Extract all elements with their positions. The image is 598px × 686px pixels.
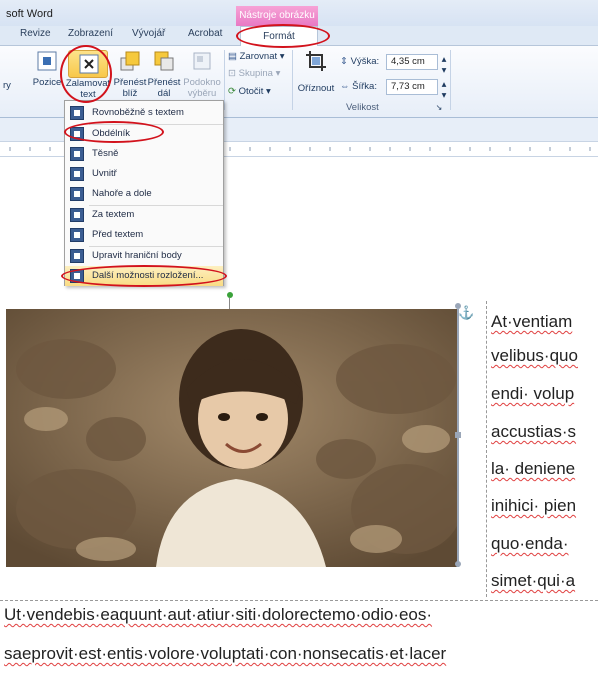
align-button[interactable]: ▤ Zarovnat ▾ <box>228 51 290 62</box>
menu-item-in-front-of-text[interactable]: Před textem <box>65 225 223 245</box>
side-text-line: accustias·s <box>491 422 577 441</box>
side-text-line: quo·enda· <box>491 534 569 553</box>
menu-item-through[interactable]: Uvnitř <box>65 164 223 184</box>
sepia-photo <box>6 309 458 567</box>
align-label: Zarovnat <box>239 51 278 62</box>
ribbon-separator <box>224 50 225 110</box>
tab-revize[interactable]: Revize <box>20 28 51 39</box>
rotate-button[interactable]: ⟳ Otočit ▾ <box>228 86 290 97</box>
size-group-label: Velikost <box>346 102 379 113</box>
bring-forward-label-1: Přenést <box>113 77 147 88</box>
resize-handle[interactable] <box>455 432 461 438</box>
ribbon-separator <box>450 50 451 110</box>
body-text-line: saeprovit·est·entis·volore·voluptati·con… <box>4 644 447 663</box>
position-button[interactable]: Pozice <box>31 50 63 88</box>
menu-item-edit-wrap-points[interactable]: Upravit hraniční body <box>65 246 223 266</box>
group-button[interactable]: ⊡ Skupina ▾ <box>228 68 290 79</box>
anchor-icon: ⚓ <box>458 305 475 320</box>
tab-zobrazeni[interactable]: Zobrazení <box>68 28 113 39</box>
tab-vyvojar[interactable]: Vývojář <box>132 28 165 39</box>
send-backward-button[interactable]: Přenést dál <box>147 50 181 99</box>
selection-pane-label-2: výběru <box>187 88 217 99</box>
side-text-line: endi· volup <box>491 384 575 403</box>
selection-pane-button[interactable]: Podokno výběru <box>182 50 222 99</box>
tab-acrobat[interactable]: Acrobat <box>188 28 222 39</box>
annotation-oval-more-options <box>61 265 227 287</box>
height-label: ⇕ Výška: <box>340 56 390 67</box>
annotation-oval-square <box>64 121 164 143</box>
height-spinner[interactable]: ▴ ▾ <box>440 54 448 76</box>
side-text-line: velibus·quo <box>491 346 578 365</box>
tight-icon <box>70 147 84 161</box>
crop-icon <box>306 51 326 71</box>
position-icon <box>37 51 57 71</box>
send-backward-icon <box>154 51 174 71</box>
ribbon-left-stub[interactable]: ry <box>0 80 20 91</box>
crop-button[interactable]: Oříznout <box>296 50 336 94</box>
position-label: Pozice <box>32 77 62 88</box>
bring-forward-label-2: blíž <box>122 88 138 99</box>
side-text-line: simet·qui·a <box>491 571 576 590</box>
body-text-line: Ut·vendebis·eaquunt·aut·atiur·siti·dolor… <box>4 605 433 624</box>
through-icon <box>70 167 84 181</box>
side-text-line: la· deniene <box>491 459 576 478</box>
window-title: soft Word <box>6 8 53 20</box>
bring-forward-button[interactable]: Přenést blíž <box>113 50 147 99</box>
menu-item-label: Před textem <box>92 229 144 240</box>
height-input[interactable]: 4,35 cm <box>386 54 438 70</box>
in-front-icon <box>70 228 84 242</box>
picture[interactable] <box>6 309 458 567</box>
menu-item-in-line[interactable]: Rovnoběžně s textem <box>65 103 223 123</box>
behind-text-icon <box>70 208 84 222</box>
group-label: Skupina <box>238 68 273 79</box>
picture-border <box>457 309 459 567</box>
height-icon: ⇕ <box>340 56 348 67</box>
rotate-icon: ⟳ <box>228 86 236 97</box>
menu-item-top-bottom[interactable]: Nahoře a dole <box>65 184 223 204</box>
menu-item-tight[interactable]: Těsně <box>65 144 223 164</box>
contextual-tab-header: Nástroje obrázku <box>236 6 318 26</box>
menu-item-label: Uvnitř <box>92 168 117 179</box>
rotation-handle[interactable] <box>227 292 233 298</box>
send-backward-label-2: dál <box>157 88 171 99</box>
menu-item-label: Těsně <box>92 148 119 159</box>
menu-item-label: Upravit hraniční body <box>92 250 182 261</box>
annotation-oval-format-tab <box>236 24 330 48</box>
rotation-handle-stem <box>229 298 230 309</box>
side-text-line: At·ventiam <box>491 312 573 331</box>
resize-handle[interactable] <box>455 561 461 567</box>
top-bottom-icon <box>70 187 84 201</box>
menu-item-label: Rovnoběžně s textem <box>92 107 184 118</box>
width-input[interactable]: 7,73 cm <box>386 79 438 95</box>
width-icon: ⇔ <box>340 81 350 92</box>
group-icon: ⊡ <box>228 68 236 79</box>
height-label-text: Výška: <box>350 56 380 67</box>
crop-label: Oříznout <box>297 83 335 94</box>
align-icon: ▤ <box>228 51 237 62</box>
width-spinner[interactable]: ▴ ▾ <box>440 79 448 101</box>
menu-item-label: Za textem <box>92 209 135 220</box>
text-boundary <box>0 600 598 601</box>
menu-item-label: Nahoře a dole <box>92 188 152 199</box>
bring-forward-icon <box>120 51 140 71</box>
rotate-label: Otočit <box>238 86 264 97</box>
width-label-text: Šířka: <box>352 81 377 92</box>
size-dialog-launcher-icon[interactable]: ↘ <box>434 102 444 113</box>
annotation-oval-wrap-button <box>60 45 112 103</box>
menu-item-behind-text[interactable]: Za textem <box>65 205 223 225</box>
send-backward-label-1: Přenést <box>147 77 181 88</box>
width-label: ⇔ Šířka: <box>340 81 390 92</box>
selection-pane-icon <box>193 52 211 70</box>
ribbon-separator <box>292 50 293 110</box>
in-line-icon <box>70 106 84 120</box>
side-text-line: inihici· pien <box>491 496 577 515</box>
selection-pane-label-1: Podokno <box>183 77 221 88</box>
edit-wrap-points-icon <box>70 249 84 263</box>
